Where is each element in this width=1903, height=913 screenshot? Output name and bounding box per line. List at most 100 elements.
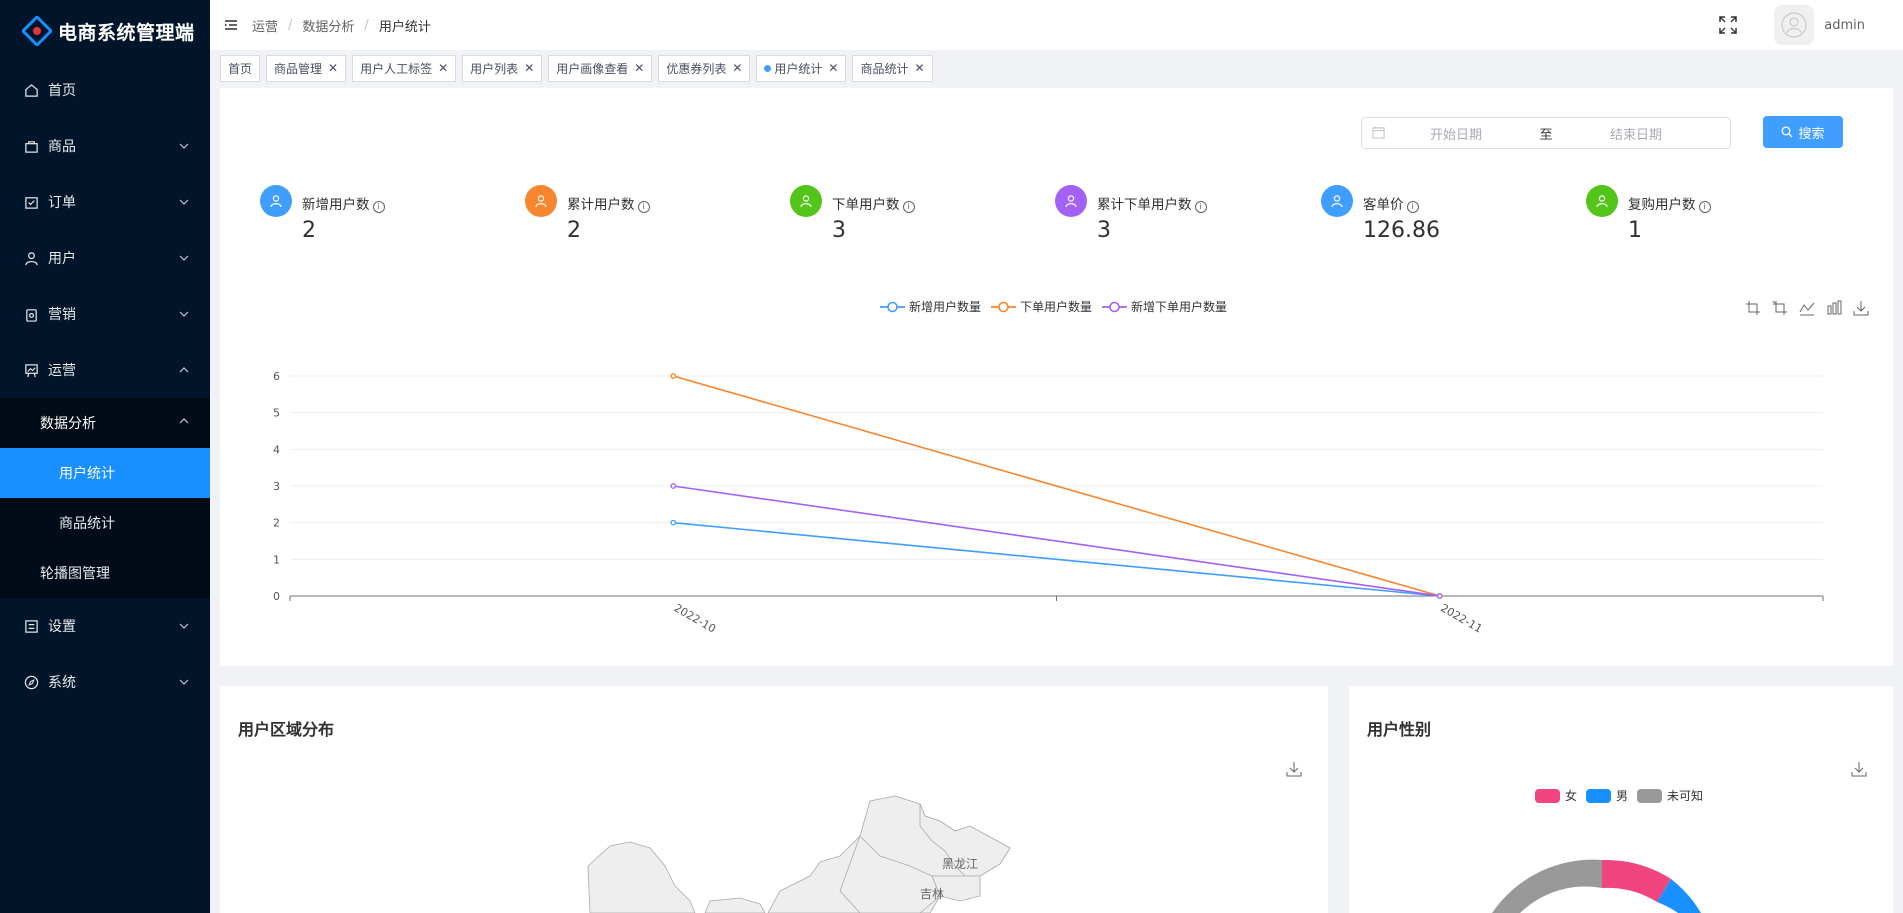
sidebar-item-label: 营销 bbox=[48, 307, 76, 323]
data-point bbox=[1436, 593, 1443, 599]
user-trend-chart: 0 1 2 3 4 5 6 2022-10 2022-11 bbox=[273, 370, 1824, 636]
sidebar-item-users[interactable]: 用户 bbox=[0, 230, 210, 286]
line-chart-icon[interactable] bbox=[1799, 300, 1815, 316]
x-tick-label: 2022-11 bbox=[1438, 601, 1484, 635]
sidebar-item-label: 首页 bbox=[48, 83, 76, 99]
legend-label: 新增用户数量 bbox=[909, 300, 982, 314]
map-label-jilin: 吉林 bbox=[920, 887, 944, 901]
sidebar-item-label: 运营 bbox=[48, 363, 76, 379]
legend-item[interactable]: 新增下单用户数量 bbox=[1102, 298, 1227, 315]
y-tick-label: 3 bbox=[273, 480, 280, 493]
fullscreen-icon[interactable] bbox=[1718, 15, 1738, 35]
close-icon[interactable]: ✕ bbox=[328, 61, 338, 75]
order-icon bbox=[22, 193, 40, 211]
download-icon[interactable] bbox=[1853, 300, 1869, 316]
y-tick-label: 4 bbox=[273, 443, 280, 456]
data-analysis-submenu: 用户统计 商品统计 bbox=[0, 448, 210, 548]
chevron-down-icon bbox=[178, 252, 190, 264]
gender-donut-chart bbox=[1492, 859, 1701, 913]
breadcrumb-separator: / bbox=[364, 17, 369, 33]
sidebar-item-products[interactable]: 商品 bbox=[0, 118, 210, 174]
sidebar-item-label: 设置 bbox=[48, 619, 76, 635]
map-label-heilongjiang: 黑龙江 bbox=[942, 857, 978, 871]
user-region-card: 用户区域分布 黑龙江 吉林 bbox=[220, 686, 1328, 913]
tab-label: 首页 bbox=[228, 61, 253, 76]
chevron-down-icon bbox=[178, 620, 190, 632]
legend-label: 新增下单用户数量 bbox=[1131, 300, 1228, 314]
sidebar-item-system[interactable]: 系统 bbox=[0, 654, 210, 710]
breadcrumb-item[interactable]: 运营 bbox=[252, 16, 278, 35]
sidebar-item-label: 订单 bbox=[48, 195, 76, 211]
compass-icon bbox=[22, 673, 40, 691]
y-tick-label: 1 bbox=[273, 553, 280, 566]
chevron-down-icon bbox=[178, 196, 190, 208]
close-icon[interactable]: ✕ bbox=[915, 61, 925, 75]
tab-product-stats[interactable]: 商品统计 ✕ bbox=[852, 54, 933, 82]
sidebar-item-label: 用户 bbox=[48, 251, 76, 267]
sidebar-item-operation[interactable]: 运营 bbox=[0, 342, 210, 398]
sidebar-item-marketing[interactable]: 营销 bbox=[0, 286, 210, 342]
app-title: 电商系统管理端 bbox=[58, 21, 195, 44]
app-logo[interactable]: 电商系统管理端 bbox=[0, 0, 210, 62]
tab-user-manual-tags[interactable]: 用户人工标签 ✕ bbox=[352, 54, 457, 82]
zoom-reset-icon[interactable] bbox=[1772, 300, 1788, 316]
tags-view: 首页 商品管理 ✕ 用户人工标签 ✕ 用户列表 ✕ 用户画像查看 ✕ 优惠券列表 ✕ 用户… bbox=[210, 50, 1903, 86]
sidebar-item-settings[interactable]: 设置 bbox=[0, 598, 210, 654]
bag-icon bbox=[22, 137, 40, 155]
username[interactable]: admin bbox=[1824, 18, 1865, 33]
menu-toggle-icon[interactable] bbox=[224, 18, 238, 32]
tab-user-stats[interactable]: 用户统计 ✕ bbox=[756, 54, 847, 82]
donut-slice-unknown[interactable] bbox=[1492, 859, 1602, 913]
sidebar: 电商系统管理端 首页 商品 订单 用户 营销 运营 数据分析 用户统计 商品统计… bbox=[0, 0, 210, 913]
close-icon[interactable]: ✕ bbox=[524, 61, 534, 75]
tab-product-management[interactable]: 商品管理 ✕ bbox=[266, 54, 347, 82]
chart-legend: 新增用户数量 下单用户数量 新增下单用户数量 bbox=[880, 298, 1237, 315]
chevron-down-icon bbox=[178, 308, 190, 320]
legend-item[interactable]: 下单用户数量 bbox=[991, 298, 1092, 315]
y-tick-label: 5 bbox=[273, 407, 280, 420]
sidebar-item-user-stats[interactable]: 用户统计 bbox=[0, 448, 210, 498]
chart-toolbox bbox=[1734, 300, 1869, 316]
tab-user-list[interactable]: 用户列表 ✕ bbox=[462, 54, 543, 82]
bar-chart-icon[interactable] bbox=[1826, 300, 1842, 316]
y-tick-label: 0 bbox=[273, 590, 280, 603]
chevron-down-icon bbox=[178, 140, 190, 152]
sidebar-item-orders[interactable]: 订单 bbox=[0, 174, 210, 230]
close-icon[interactable]: ✕ bbox=[732, 61, 742, 75]
avatar[interactable] bbox=[1774, 5, 1815, 45]
sidebar-item-data-analysis[interactable]: 数据分析 bbox=[0, 398, 210, 448]
tab-label: 用户列表 bbox=[470, 61, 519, 76]
data-point bbox=[670, 519, 677, 526]
legend-item[interactable]: 新增用户数量 bbox=[880, 298, 981, 315]
china-map[interactable]: 黑龙江 吉林 bbox=[220, 686, 1328, 913]
active-dot bbox=[764, 64, 772, 72]
tab-coupon-list[interactable]: 优惠券列表 ✕ bbox=[658, 54, 751, 82]
sidebar-item-label: 数据分析 bbox=[40, 416, 96, 432]
sidebar-item-carousel[interactable]: 轮播图管理 bbox=[0, 548, 210, 598]
zoom-icon[interactable] bbox=[1745, 300, 1761, 316]
sidebar-item-label: 轮播图管理 bbox=[40, 566, 110, 582]
donut-slice-female[interactable] bbox=[1602, 859, 1671, 902]
breadcrumb-current: 用户统计 bbox=[378, 19, 431, 35]
close-icon[interactable]: ✕ bbox=[634, 61, 644, 75]
sidebar-item-product-stats[interactable]: 商品统计 bbox=[0, 498, 210, 548]
breadcrumb-item[interactable]: 数据分析 bbox=[302, 16, 354, 35]
tab-home[interactable]: 首页 bbox=[220, 54, 261, 82]
user-stats-card: 开始日期 至 结束日期 搜索 新增用户数 i 2 累计用户数 i 2 下单用户数 i … bbox=[220, 88, 1893, 666]
tab-label: 优惠券列表 bbox=[666, 61, 727, 76]
sidebar-item-home[interactable]: 首页 bbox=[0, 62, 210, 118]
close-icon[interactable]: ✕ bbox=[438, 61, 448, 75]
marketing-icon bbox=[22, 305, 40, 323]
data-point bbox=[670, 483, 677, 489]
legend-label: 下单用户数量 bbox=[1020, 300, 1093, 314]
chevron-down-icon bbox=[178, 676, 190, 688]
operation-icon bbox=[22, 361, 40, 379]
sidebar-item-label: 系统 bbox=[48, 675, 76, 691]
chevron-up-icon bbox=[178, 415, 190, 431]
breadcrumb-separator: / bbox=[288, 17, 293, 33]
y-tick-label: 6 bbox=[273, 370, 280, 383]
tab-user-profile[interactable]: 用户画像查看 ✕ bbox=[548, 54, 653, 82]
logo-icon bbox=[20, 14, 54, 48]
x-tick-label: 2022-10 bbox=[672, 601, 718, 635]
close-icon[interactable]: ✕ bbox=[828, 61, 838, 75]
